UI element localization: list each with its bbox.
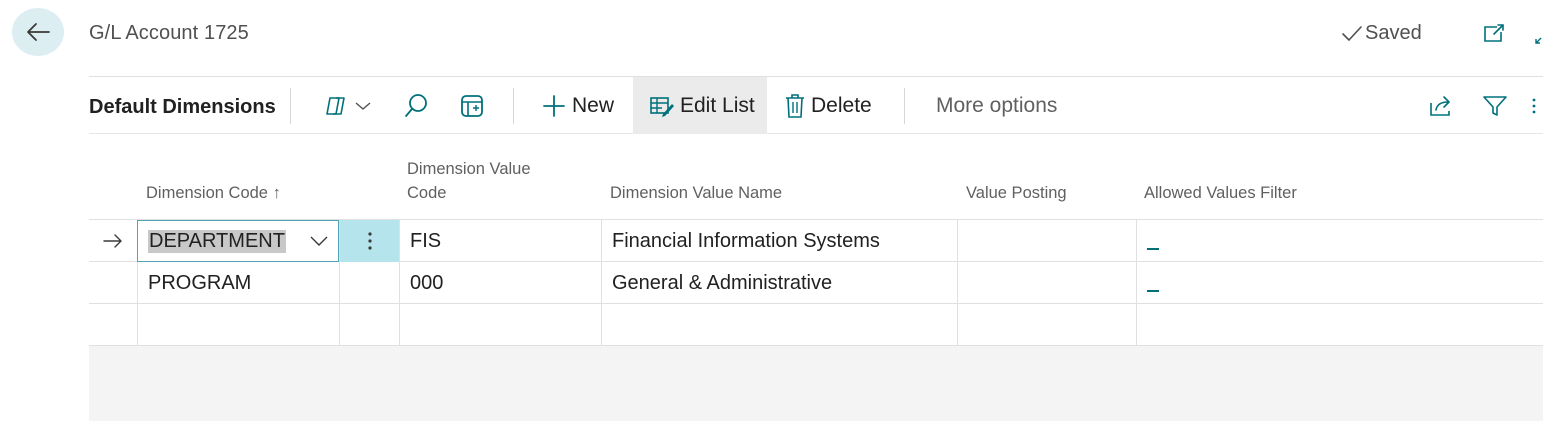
edit-list-label: Edit List [680,93,755,117]
column-header-allowed-values-filter[interactable]: Allowed Values Filter [1144,181,1297,205]
open-in-new-window-button[interactable] [1480,20,1508,48]
more-options-label: More options [936,93,1058,117]
dimension-value-code-cell[interactable] [399,304,601,346]
row-indicator [89,220,137,262]
collapse-button[interactable] [1533,30,1543,46]
column-header-dimension-code[interactable]: Dimension Code ↑ [146,181,281,205]
action-separator [513,88,514,124]
allowed-values-filter-cell[interactable]: _ [1136,220,1543,262]
allowed-values-filter-cell[interactable] [1136,304,1543,346]
page-title: G/L Account 1725 [89,22,249,44]
action-separator [904,88,905,124]
search-button[interactable] [403,77,429,134]
edit-list-button[interactable]: Edit List [633,77,767,134]
edit-list-icon [650,95,674,117]
default-dimensions-grid: Dimension Code ↑ Dimension Value Code Di… [89,134,1543,421]
column-header-dimension-value-code[interactable]: Dimension Value Code [407,157,531,205]
personalize-columns-button[interactable] [459,77,485,134]
delete-label: Delete [811,93,872,117]
saved-status: Saved [1341,22,1422,45]
table-settings-icon [459,93,485,119]
chevron-down-icon [355,101,371,111]
row-actions-button[interactable] [339,220,399,262]
filter-button[interactable] [1482,77,1508,134]
dimension-value-code-cell[interactable]: FIS [399,220,601,262]
more-vertical-icon [367,230,373,252]
table-body: DEPARTMENT FIS Financial Information Sys… [89,220,1543,346]
allowed-values-filter-link[interactable] [1147,290,1159,292]
column-header-value-posting[interactable]: Value Posting [966,181,1067,205]
dimension-code-value: DEPARTMENT [148,229,286,253]
value-posting-cell[interactable] [957,220,1136,262]
value-posting-cell[interactable] [957,304,1136,346]
new-label: New [572,93,615,117]
sort-ascending-icon: ↑ [272,184,281,202]
table-row-empty[interactable] [89,304,1543,346]
more-options-button[interactable]: More options [936,77,1057,134]
new-button[interactable]: New [542,77,614,134]
part-title: Default Dimensions [89,96,276,118]
dimension-value-name-cell [601,304,957,346]
action-bar: Default Dimensions New Edit List Delete … [89,77,1543,134]
delete-button[interactable]: Delete [785,77,872,134]
checkmark-icon [1341,25,1363,43]
row-actions-cell[interactable] [339,262,399,304]
back-button[interactable] [12,8,64,56]
search-icon [403,93,429,119]
share-icon [1428,94,1454,118]
collapse-icon [1533,30,1543,46]
allowed-values-filter-cell[interactable]: _ [1136,262,1543,304]
list-overflow-button[interactable] [1531,77,1537,134]
more-vertical-icon [1531,96,1537,116]
dimension-code-cell[interactable] [137,304,339,346]
popout-icon [1480,20,1508,48]
value-posting-cell[interactable] [957,262,1136,304]
share-button[interactable] [1428,77,1454,134]
column-header-dimension-value-name[interactable]: Dimension Value Name [610,181,782,205]
dimension-value-name-cell: Financial Information Systems [601,220,957,262]
chevron-down-icon[interactable] [310,235,328,247]
action-separator [290,88,291,124]
table-header: Dimension Code ↑ Dimension Value Code Di… [89,134,1543,220]
row-indicator [89,262,137,304]
allowed-values-filter-link[interactable] [1147,248,1159,250]
arrow-right-icon [103,234,123,248]
row-indicator [89,304,137,346]
filter-icon [1482,94,1508,118]
dimension-code-cell[interactable]: PROGRAM [137,262,339,304]
dimension-code-input[interactable]: DEPARTMENT [137,220,339,262]
table-row[interactable]: DEPARTMENT FIS Financial Information Sys… [89,220,1543,262]
dimension-value-name-cell: General & Administrative [601,262,957,304]
row-actions-cell[interactable] [339,304,399,346]
plus-icon [542,94,566,118]
arrow-left-icon [25,21,51,43]
saved-label: Saved [1365,22,1422,44]
table-row[interactable]: PROGRAM 000 General & Administrative _ [89,262,1543,304]
page: G/L Account 1725 Saved Default Dimension… [0,0,1543,421]
trash-icon [785,93,805,119]
copilot-button[interactable] [323,77,375,134]
dimension-value-code-cell[interactable]: 000 [399,262,601,304]
copilot-icon [323,94,349,118]
